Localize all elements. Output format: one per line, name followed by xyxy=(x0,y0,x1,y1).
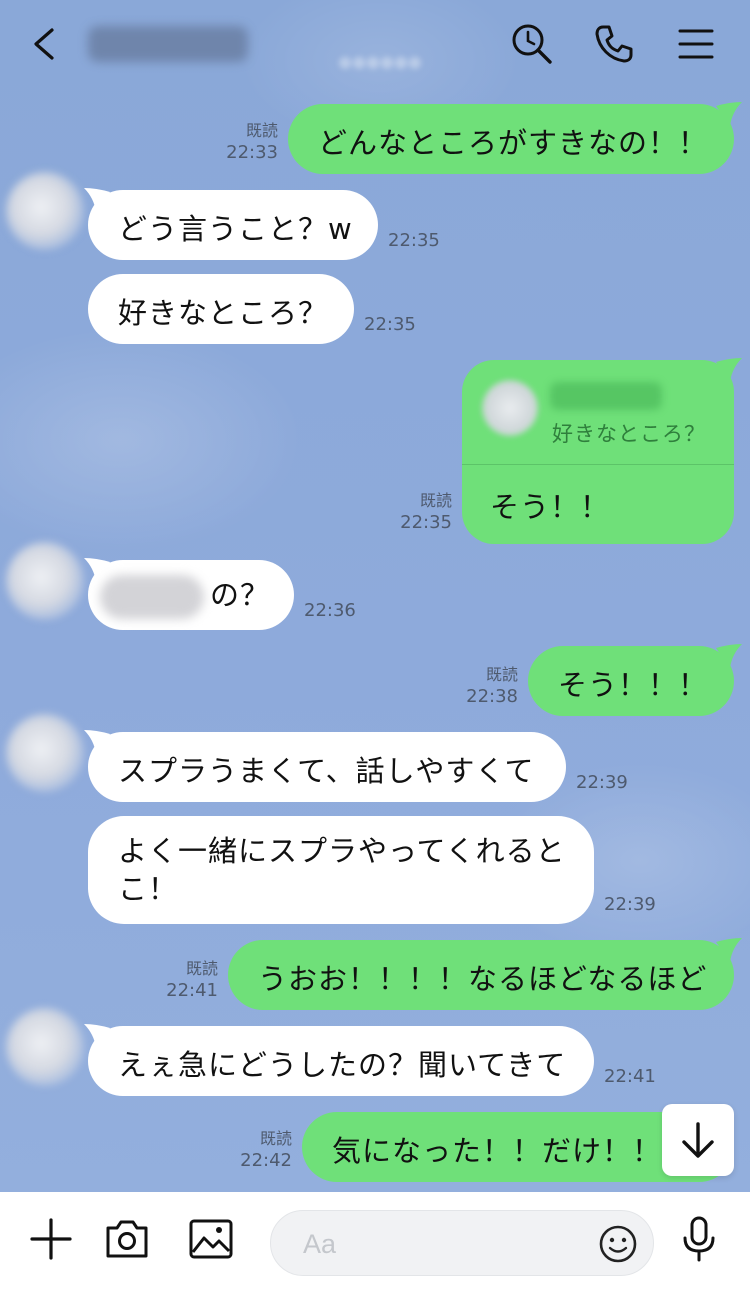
contact-avatar[interactable] xyxy=(6,714,84,792)
message-text: えぇ急にどうしたの？聞いてきて xyxy=(118,1048,567,1082)
message-time: 22:39 xyxy=(604,894,656,915)
menu-button[interactable] xyxy=(672,20,720,68)
message-text: の？ xyxy=(210,578,271,612)
message-time: 22:41 xyxy=(166,980,218,1001)
camera-icon xyxy=(106,1220,148,1258)
outgoing-message[interactable]: うおお！！！！なるほどなるほど xyxy=(228,940,734,1010)
outgoing-message[interactable]: どんなところがすきなの！！ xyxy=(288,104,734,174)
read-receipt: 既読 xyxy=(419,491,452,510)
read-receipt: 既読 xyxy=(185,959,218,978)
message-text: 好きなところ？ xyxy=(118,296,329,330)
message-time: 22:36 xyxy=(304,600,356,621)
incoming-message[interactable]: 好きなところ？ xyxy=(88,274,354,344)
read-receipt: 既読 xyxy=(485,665,518,684)
search-button[interactable] xyxy=(508,20,556,68)
message-text: そう！！ xyxy=(490,490,611,524)
back-button[interactable] xyxy=(24,20,68,68)
plus-icon xyxy=(30,1218,72,1260)
reply-quote-block[interactable]: 好きなところ？ xyxy=(462,360,734,465)
message-input-field[interactable] xyxy=(270,1210,654,1276)
message-time: 22:42 xyxy=(240,1150,292,1171)
message-text-input[interactable] xyxy=(301,1223,585,1265)
arrow-down-icon xyxy=(682,1122,714,1158)
incoming-message[interactable]: スプラうまくて、話しやすくて xyxy=(88,732,566,802)
message-meta: 既読 22:33 xyxy=(214,120,278,164)
outgoing-message[interactable]: そう！！！ xyxy=(528,646,734,716)
read-receipt: 既読 xyxy=(245,121,278,140)
message-time: 22:35 xyxy=(400,512,452,533)
message-time: 22:35 xyxy=(388,230,440,251)
image-button[interactable] xyxy=(186,1214,236,1264)
message-meta: 既読 22:41 xyxy=(154,958,218,1002)
message-text: そう！！！ xyxy=(558,668,709,702)
message-text-line-1: よく一緒にスプラやってくれると xyxy=(118,834,566,868)
plus-button[interactable] xyxy=(26,1214,76,1264)
message-meta: 既読 22:35 xyxy=(388,490,452,534)
contact-avatar[interactable] xyxy=(6,1008,84,1086)
emoji-icon xyxy=(599,1225,637,1263)
call-button[interactable] xyxy=(590,20,638,68)
read-receipt: 既読 xyxy=(259,1129,292,1148)
bubble-tail xyxy=(716,102,742,126)
incoming-message[interactable]: どう言うこと？w xyxy=(88,190,378,260)
camera-button[interactable] xyxy=(102,1214,152,1264)
message-text: スプラうまくて、話しやすくて xyxy=(118,754,535,788)
blurred-name xyxy=(100,575,204,619)
menu-icon xyxy=(678,29,714,59)
reply-sender-name xyxy=(550,382,662,410)
reply-avatar xyxy=(482,380,538,436)
message-text: どう言うこと？w xyxy=(118,212,353,246)
message-meta: 既読 22:38 xyxy=(454,664,518,708)
reply-quote-text: 好きなところ？ xyxy=(552,422,706,446)
chevron-left-icon xyxy=(34,28,54,60)
message-time: 22:41 xyxy=(604,1066,656,1087)
incoming-message[interactable]: の？ xyxy=(88,560,294,630)
contact-avatar[interactable] xyxy=(6,542,84,620)
message-time: 22:33 xyxy=(226,142,278,163)
microphone-icon xyxy=(683,1216,715,1262)
outgoing-reply-message[interactable]: 好きなところ？ そう！！ xyxy=(462,360,734,544)
bubble-tail xyxy=(716,358,742,382)
phone-icon xyxy=(595,25,633,63)
message-text: どんなところがすきなの！！ xyxy=(318,126,709,160)
emoji-button[interactable] xyxy=(597,1223,639,1265)
scroll-to-bottom-button[interactable] xyxy=(662,1104,734,1176)
contact-avatar[interactable] xyxy=(6,172,84,250)
message-text-line-2: こ！ xyxy=(118,872,179,906)
contact-name[interactable]: ●●●● ●● xyxy=(88,26,248,62)
message-time: 22:39 xyxy=(576,772,628,793)
bubble-tail xyxy=(716,644,742,668)
chat-header: ●●●● ●● ●●●●●● xyxy=(0,0,750,92)
header-subtitle: ●●●●●● xyxy=(338,52,422,71)
image-icon xyxy=(189,1219,233,1259)
message-meta: 既読 22:42 xyxy=(228,1128,292,1172)
search-icon xyxy=(512,24,552,64)
message-time: 22:35 xyxy=(364,314,416,335)
microphone-button[interactable] xyxy=(674,1214,724,1264)
message-text: うおお！！！！なるほどなるほど xyxy=(258,962,708,996)
bubble-tail xyxy=(716,938,742,962)
incoming-message[interactable]: えぇ急にどうしたの？聞いてきて xyxy=(88,1026,594,1096)
incoming-message[interactable]: よく一緒にスプラやってくれると こ！ xyxy=(88,816,594,924)
message-input-bar xyxy=(0,1192,750,1294)
message-time: 22:38 xyxy=(466,686,518,707)
